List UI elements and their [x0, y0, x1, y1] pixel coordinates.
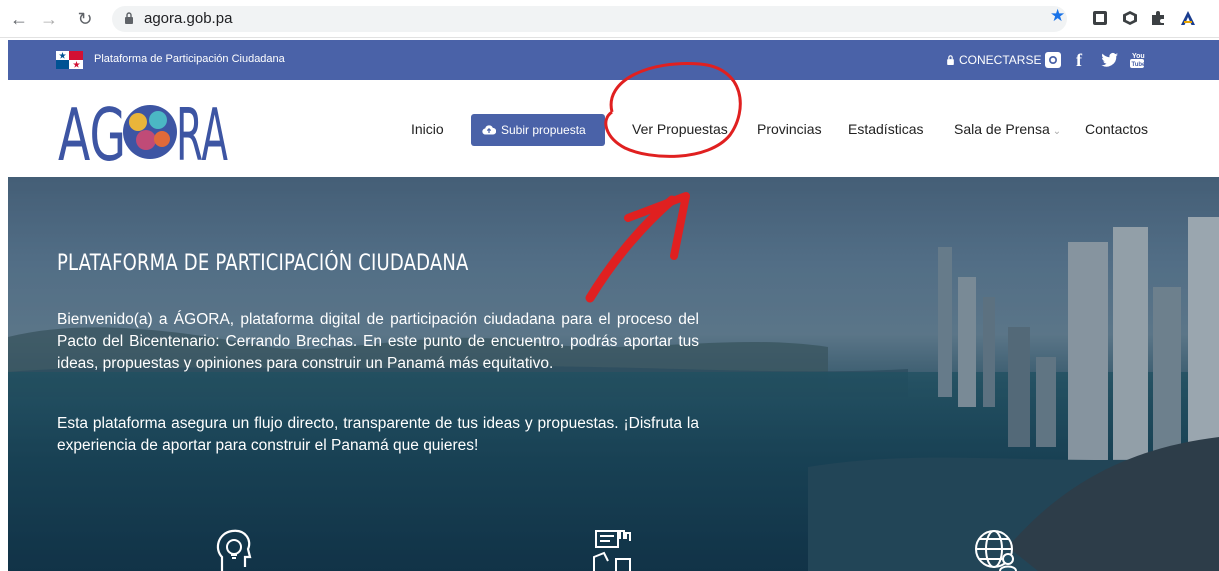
lock-icon [125, 12, 133, 24]
nav-estadisticas[interactable]: Estadísticas [848, 121, 923, 137]
nav-sala-label: Sala de Prensa [954, 121, 1050, 137]
upload-proposal-button[interactable]: Subir propuesta [471, 114, 605, 146]
lock-icon [947, 55, 954, 65]
address-bar[interactable]: agora.gob.pa [112, 6, 1067, 32]
nav-sala-de-prensa[interactable]: Sala de Prensa ⌄ [954, 121, 1061, 137]
url-text: agora.gob.pa [144, 10, 233, 27]
facebook-icon[interactable]: f [1068, 49, 1090, 71]
reload-icon[interactable]: ↻ [74, 8, 96, 30]
nav-ver-propuestas[interactable]: Ver Propuestas [632, 121, 728, 137]
profile-a-icon[interactable] [1180, 10, 1196, 26]
connect-label: CONECTARSE [959, 53, 1042, 67]
twitter-icon[interactable] [1098, 49, 1120, 71]
top-info-bar: Plataforma de Participación Ciudadana CO… [8, 40, 1219, 80]
chevron-down-icon: ⌄ [1052, 126, 1062, 137]
instagram-icon[interactable] [1042, 49, 1064, 71]
lightbulb-head-icon [216, 529, 252, 571]
arrow-right-icon[interactable]: → [38, 8, 60, 30]
hero-paragraph-1: Bienvenido(a) a ÁGORA, plataforma digita… [57, 311, 699, 372]
hero-section: PLATAFORMA DE PARTICIPACIÓN CIUDADANA Bi… [8, 177, 1219, 571]
connect-link[interactable]: CONECTARSE [946, 53, 1041, 67]
svg-text:You: You [1132, 53, 1145, 60]
voting-hands-icon [593, 530, 631, 571]
browser-toolbar: ← → ↻ agora.gob.pa ★ [0, 0, 1219, 38]
puzzle-icon[interactable] [1150, 10, 1166, 26]
svg-text:Tube: Tube [1132, 62, 1147, 68]
hero-paragraph-2: Esta plataforma asegura un flujo directo… [57, 415, 699, 454]
panama-flag-icon [56, 51, 83, 69]
upload-proposal-label: Subir propuesta [501, 123, 586, 137]
extension-cube-icon[interactable] [1122, 10, 1138, 26]
extension-square-icon[interactable] [1092, 10, 1108, 26]
svg-text:RA: RA [176, 93, 228, 166]
youtube-icon[interactable]: You Tube [1126, 49, 1148, 71]
globe-user-icon [975, 530, 1017, 571]
cloud-upload-icon [482, 125, 496, 135]
agora-logo[interactable]: AG RA [58, 92, 228, 166]
nav-inicio[interactable]: Inicio [411, 121, 444, 137]
platform-title: Plataforma de Participación Ciudadana [94, 53, 285, 65]
main-header: AG RA Inicio Subir propuesta Ver Propues… [8, 80, 1219, 177]
svg-text:AG: AG [58, 93, 126, 166]
nav-provincias[interactable]: Provincias [757, 121, 822, 137]
bookmark-star-icon[interactable]: ★ [1050, 6, 1065, 26]
hero-title: PLATAFORMA DE PARTICIPACIÓN CIUDADANA [57, 251, 469, 276]
arrow-left-icon[interactable]: ← [8, 8, 30, 30]
nav-contactos[interactable]: Contactos [1085, 121, 1148, 137]
